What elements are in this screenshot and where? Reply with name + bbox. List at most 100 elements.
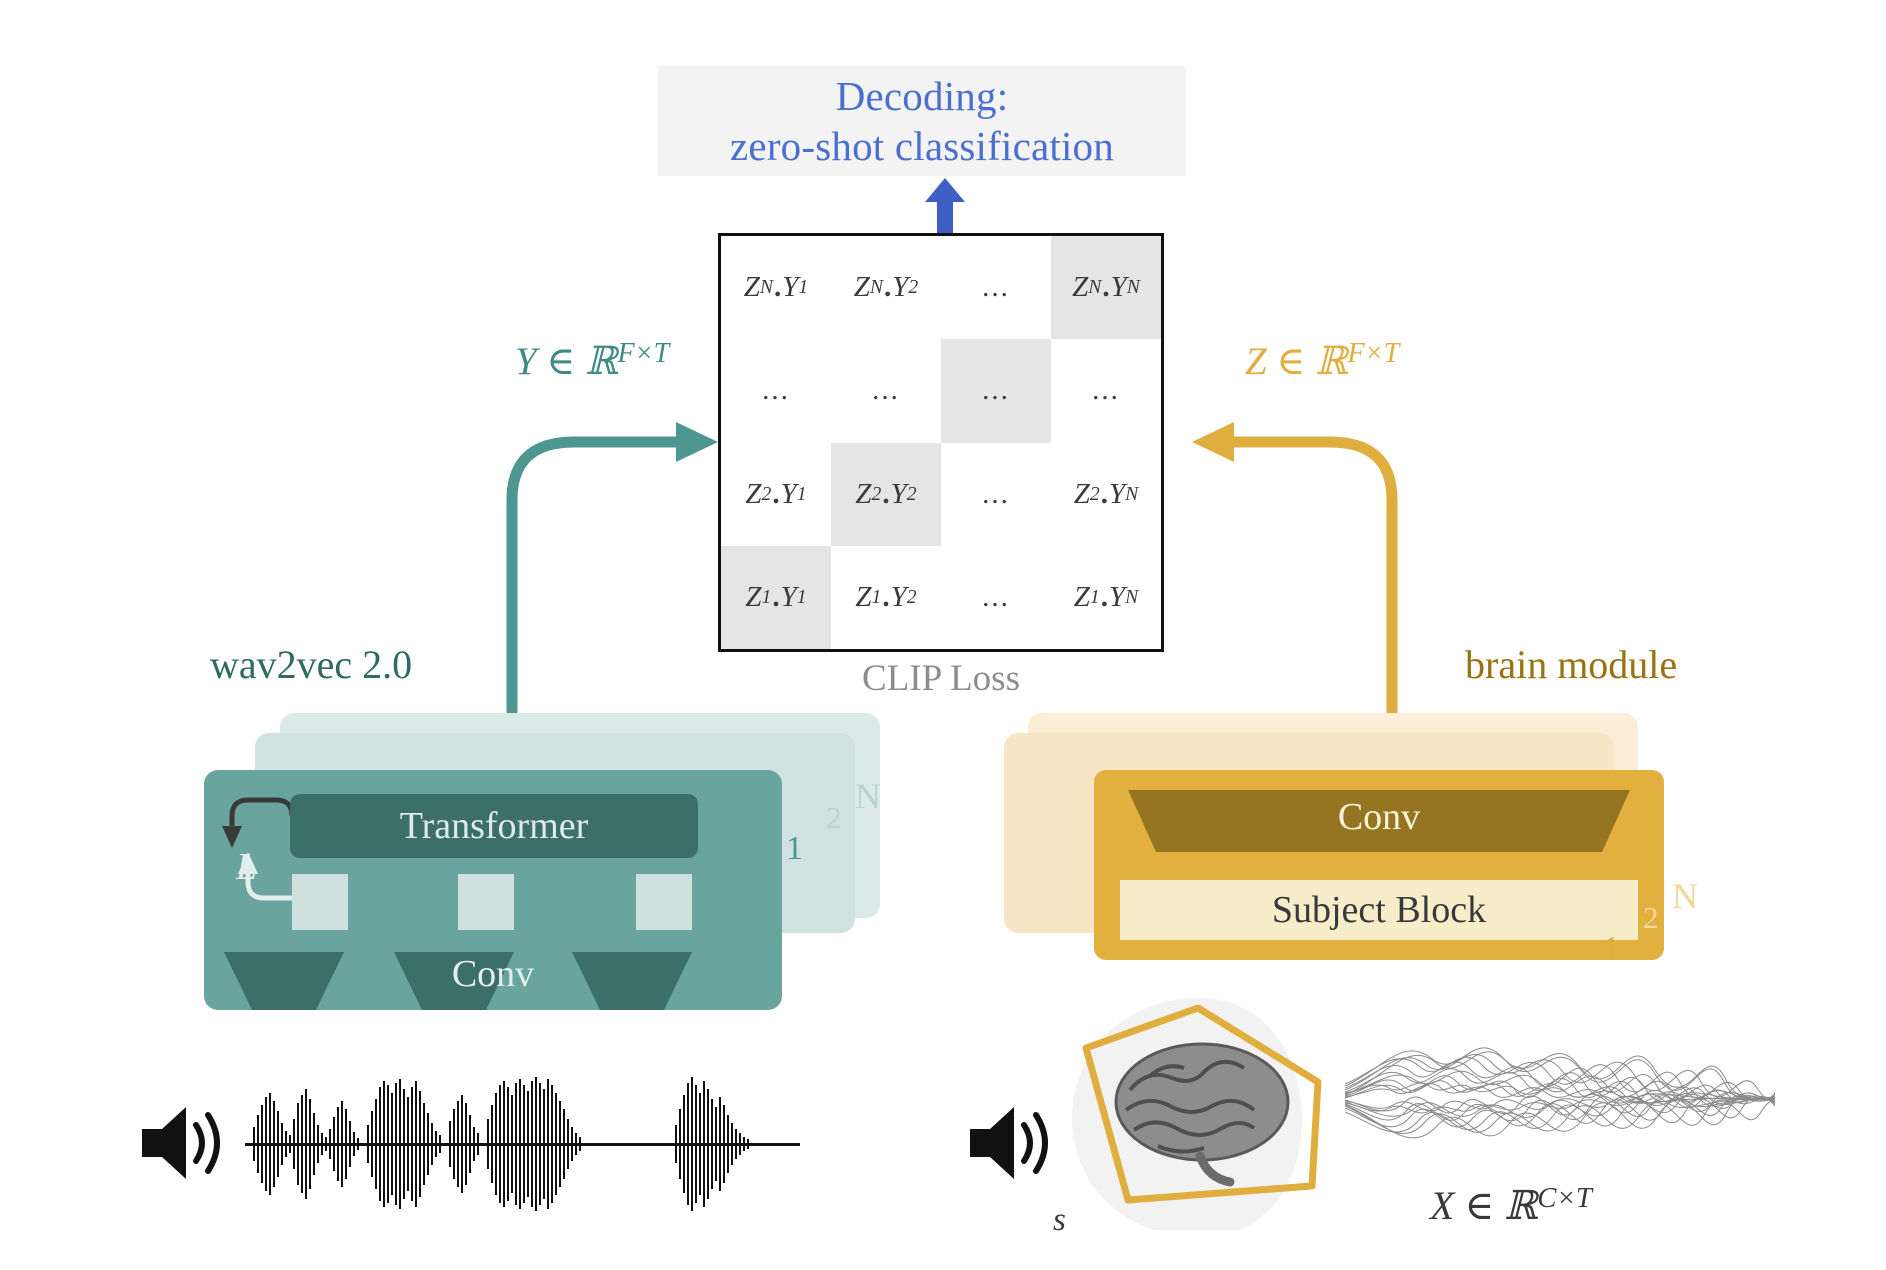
matrix-cell: Z2.Y1 (721, 443, 831, 546)
matrix-cell-dot: . (882, 477, 890, 510)
z-symbol: Z (1245, 339, 1267, 383)
wav2vec-feature-square (292, 874, 348, 930)
matrix-cell-z: Z (1073, 477, 1090, 510)
matrix-cell-z-sub: 1 (761, 585, 772, 608)
matrix-cell-y-sub: N (1125, 585, 1139, 608)
x-symbol: X (1430, 1183, 1455, 1229)
matrix-cell-dot: . (1100, 477, 1108, 510)
transformer-block: Transformer (290, 794, 698, 858)
matrix-cell-z: Z (853, 271, 870, 304)
matrix-cell-y: Y (1108, 580, 1126, 613)
matrix-cell-y-sub: 1 (796, 585, 807, 608)
audio-waveform (245, 1075, 800, 1215)
decoding-banner-line1: Decoding: (835, 72, 1009, 119)
brain-layer-label-n: N (1672, 876, 1698, 916)
matrix-cell-ellipsis: ... (982, 271, 1010, 304)
matrix-cell: Z1.YN (1051, 546, 1161, 649)
x-relation: ∈ (1464, 1183, 1495, 1229)
subject-index-label: s (1053, 1202, 1066, 1238)
matrix-cell-y: Y (1108, 477, 1126, 510)
brain-module-title: brain module (1465, 642, 1678, 687)
clip-loss-matrix: Z N. Y 1 Z N. Y 2... Z N. Y N............ Z 2. Y 1 Z 2. Y 2… (718, 233, 1164, 652)
matrix-cell: Z2.YN (1051, 443, 1161, 546)
matrix-cell-z-sub: N (869, 276, 884, 299)
z-tensor-annotation: Z ∈ ℝF×T (1245, 338, 1399, 384)
matrix-cell-y: Y (1110, 271, 1127, 304)
matrix-cell-dot: . (1102, 271, 1110, 304)
clip-loss-label: CLIP Loss (862, 658, 1020, 699)
matrix-cell-z: Z (745, 580, 762, 613)
matrix-cell-y: Y (892, 271, 909, 304)
x-tensor-annotation: X ∈ ℝC×T (1430, 1182, 1592, 1229)
brain-head-illustration (1050, 990, 1380, 1240)
matrix-cell-z: Z (855, 477, 872, 510)
matrix-cell-z: Z (1073, 580, 1090, 613)
z-exponent: F×T (1347, 338, 1400, 369)
matrix-cell: ZN.Y2 (831, 236, 941, 339)
matrix-cell-ellipsis: ... (982, 477, 1010, 510)
y-symbol: Y (515, 339, 537, 383)
matrix-cell: ... (941, 546, 1051, 649)
matrix-cell: ZN.Y1 (721, 236, 831, 339)
matrix-cell-z-sub: N (1088, 276, 1102, 299)
brain-layer-label-1: 1 (1603, 930, 1620, 967)
matrix-cell: ... (941, 443, 1051, 546)
meg-signal-traces (1344, 1000, 1776, 1200)
z-space: ℝ (1315, 338, 1348, 384)
matrix-cell-y-sub: 2 (906, 482, 917, 505)
matrix-cell-y-sub: 1 (796, 482, 807, 505)
speaker-icon-left (140, 1105, 226, 1181)
wav2vec-feature-square (458, 874, 514, 930)
matrix-cell-y-sub: N (1125, 482, 1139, 505)
matrix-cell-ellipsis: ... (762, 374, 790, 407)
wav2vec-layer-label-2: 2 (826, 800, 842, 835)
matrix-cell-dot: . (772, 580, 780, 613)
z-relation: ∈ (1276, 339, 1306, 383)
matrix-cell-z: Z (743, 271, 760, 304)
x-exponent: C×T (1537, 1182, 1592, 1214)
wav2vec-layer-label-n: N (855, 776, 881, 816)
y-space: ℝ (585, 338, 618, 384)
matrix-cell: Z1.Y2 (831, 546, 941, 649)
y-tensor-annotation: Y ∈ ℝF×T (515, 338, 669, 384)
brain-layer-label-2: 2 (1643, 900, 1659, 935)
matrix-cell-z-sub: 2 (761, 482, 772, 505)
matrix-cell-z: Z (855, 580, 872, 613)
decoding-banner: Decoding: zero-shot classification (658, 66, 1186, 176)
subject-block-label: Subject Block (1271, 889, 1487, 931)
matrix-cell-y: Y (782, 271, 799, 304)
matrix-cell-y: Y (890, 580, 907, 613)
matrix-cell-dot: . (774, 271, 782, 304)
matrix-cell-y-sub: 2 (908, 276, 919, 299)
matrix-cell-z: Z (745, 477, 762, 510)
matrix-cell-ellipsis: ... (982, 374, 1010, 407)
matrix-cell-z-sub: 2 (871, 482, 882, 505)
matrix-cell-z-sub: 1 (1089, 585, 1100, 608)
matrix-cell-ellipsis: ... (872, 374, 900, 407)
matrix-cell: ... (941, 236, 1051, 339)
matrix-cell-y: Y (890, 477, 907, 510)
x-space: ℝ (1504, 1183, 1538, 1230)
matrix-cell-y: Y (780, 580, 797, 613)
matrix-cell-z-sub: 2 (1089, 482, 1100, 505)
wav2vec-feature-square (636, 874, 692, 930)
matrix-cell-y: Y (780, 477, 797, 510)
wav2vec-module-title: wav2vec 2.0 (210, 642, 413, 687)
decoding-banner-line2: zero-shot classification (730, 123, 1114, 169)
speaker-icon-right (968, 1105, 1054, 1181)
subject-block: Subject Block (1120, 880, 1638, 940)
matrix-cell: Z1.Y1 (721, 545, 831, 649)
wav2vec-conv-label: Conv (451, 953, 535, 995)
recurrence-depth-label: L (236, 846, 258, 888)
matrix-cell: ... (941, 339, 1051, 443)
matrix-cell-z-sub: N (759, 276, 774, 299)
matrix-cell-ellipsis: ... (982, 580, 1010, 613)
brain-conv-label: Conv (1337, 796, 1421, 838)
y-relation: ∈ (546, 339, 576, 383)
figure-canvas: Decoding: zero-shot classification ZN.Y1… (0, 0, 1886, 1270)
matrix-cell: ... (721, 339, 831, 442)
matrix-cell-z-sub: 1 (871, 585, 882, 608)
matrix-cell-dot: . (884, 271, 892, 304)
matrix-cell-dot: . (882, 580, 890, 613)
matrix-cell-y-sub: 1 (798, 276, 809, 299)
